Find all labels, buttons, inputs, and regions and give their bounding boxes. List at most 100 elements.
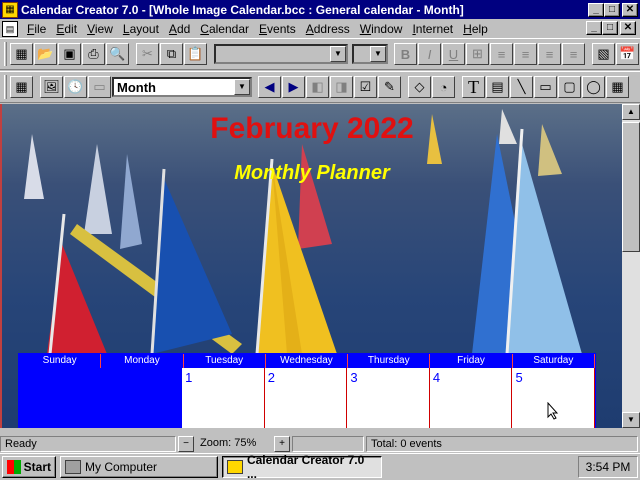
start-button[interactable]: Start [2, 456, 56, 478]
previous-arrow-icon[interactable]: ◀ [258, 76, 281, 98]
italic-button[interactable]: I [418, 43, 441, 65]
scroll-up-icon[interactable]: ▲ [622, 104, 640, 120]
day-cell[interactable]: 2 [264, 368, 348, 428]
maximize-button[interactable]: □ [604, 2, 620, 17]
zoom-level: Zoom: 75% [200, 437, 257, 449]
calendar-title[interactable]: February 2022 [2, 112, 622, 146]
chevron-down-icon[interactable]: ▼ [330, 46, 346, 62]
calendar-canvas[interactable]: February 2022 Monthly Planner Sunday Mon… [0, 104, 622, 428]
menu-address[interactable]: Address [301, 22, 355, 36]
menu-add[interactable]: Add [164, 22, 195, 36]
doc-minimize-button[interactable]: _ [586, 21, 602, 35]
table-icon[interactable]: ⊞ [466, 43, 489, 65]
standard-toolbar: ▦ 📂 ▣ ⎙ 🔍 ✂ ⧉ 📋 ▼ ▼ B I U ⊞ ≡ ≡ ≡ ≡ ▧ 📅 [0, 38, 640, 70]
calendar-app-icon[interactable]: ▦ [2, 1, 18, 18]
toolbar-grip[interactable] [4, 42, 7, 66]
day-cell-empty[interactable] [100, 368, 183, 428]
save-icon[interactable]: ▣ [58, 43, 81, 65]
cut-icon[interactable]: ✂ [136, 43, 159, 65]
align-center-icon[interactable]: ≡ [514, 43, 537, 65]
note-icon[interactable]: ✎ [378, 76, 401, 98]
view-select[interactable]: Month ▼ [112, 77, 252, 97]
underline-button[interactable]: U [442, 43, 465, 65]
system-clock: 3:54 PM [578, 456, 638, 478]
menu-events[interactable]: Events [254, 22, 301, 36]
day-number: 3 [350, 370, 358, 385]
ellipse-tool-icon[interactable]: ◯ [582, 76, 605, 98]
menu-edit[interactable]: Edit [51, 22, 82, 36]
chevron-down-icon[interactable]: ▼ [234, 79, 250, 95]
text-box-icon[interactable]: ▤ [486, 76, 509, 98]
blank-page-icon[interactable]: ▭ [88, 76, 111, 98]
day-cell[interactable]: 1 [182, 368, 265, 428]
status-bar: Ready − Zoom: 75% + Total: 0 events [0, 435, 640, 453]
schedule-icon[interactable]: 🕓 [64, 76, 87, 98]
zoom-in-icon[interactable]: + [274, 436, 290, 452]
toolbar-grip[interactable] [4, 75, 7, 99]
previous-page-icon[interactable]: ◧ [306, 76, 329, 98]
menu-file[interactable]: File [22, 22, 51, 36]
calendar-subtitle[interactable]: Monthly Planner [2, 162, 622, 185]
text-tool-icon[interactable]: T [462, 76, 485, 98]
layout-wizard-icon[interactable]: ▧ [592, 43, 615, 65]
menu-view[interactable]: View [82, 22, 118, 36]
rectangle-tool-icon[interactable]: ▭ [534, 76, 557, 98]
window-title: Calendar Creator 7.0 - [Whole Image Cale… [21, 2, 464, 17]
vertical-scrollbar[interactable]: ▲ ▼ [622, 104, 640, 428]
menu-layout[interactable]: Layout [118, 22, 164, 36]
print-preview-icon[interactable]: 🔍 [106, 43, 129, 65]
day-cell[interactable]: 3 [347, 368, 430, 428]
status-text: Ready [0, 436, 176, 452]
weekday-label: Friday [430, 354, 513, 368]
weekday-label: Tuesday [184, 354, 266, 368]
print-icon[interactable]: ⎙ [82, 43, 105, 65]
zoom-out-icon[interactable]: − [178, 436, 194, 452]
close-button[interactable]: ✕ [622, 2, 638, 17]
open-folder-icon[interactable]: 📂 [34, 43, 57, 65]
taskbar-item-my-computer[interactable]: My Computer [60, 456, 218, 478]
calendar-app-icon [227, 460, 243, 474]
calendar-wizard-icon[interactable]: 📅 [616, 43, 639, 65]
font-select[interactable]: ▼ [214, 44, 348, 64]
shape-icon[interactable]: ◇ [408, 76, 431, 98]
size-select[interactable]: ▼ [352, 44, 388, 64]
calendar-view-icon[interactable]: ▦ [10, 43, 33, 65]
rounded-rectangle-tool-icon[interactable]: ▢ [558, 76, 581, 98]
day-number: 2 [267, 370, 275, 385]
paste-icon[interactable]: 📋 [184, 43, 207, 65]
bold-button[interactable]: B [394, 43, 417, 65]
menu-window[interactable]: Window [355, 22, 408, 36]
scroll-thumb[interactable] [622, 122, 640, 252]
minimize-button[interactable]: _ [588, 2, 604, 17]
chevron-down-icon[interactable]: ▼ [370, 46, 386, 62]
taskbar: Start My Computer Calendar Creator 7.0 .… [0, 453, 640, 480]
menu-internet[interactable]: Internet [407, 22, 458, 36]
weekday-label: Monday [101, 354, 184, 368]
weekday-label: Sunday [19, 354, 102, 368]
align-right-icon[interactable]: ≡ [538, 43, 561, 65]
line-tool-icon[interactable]: ╲ [510, 76, 533, 98]
copy-icon[interactable]: ⧉ [160, 43, 183, 65]
next-arrow-icon[interactable]: ▶ [282, 76, 305, 98]
doc-restore-button[interactable]: □ [602, 21, 618, 35]
day-cell-empty[interactable] [19, 368, 101, 428]
day-cell[interactable]: 4 [429, 368, 513, 428]
image-icon[interactable]: 🖼 [40, 76, 63, 98]
menu-help[interactable]: Help [458, 22, 493, 36]
menu-calendar[interactable]: Calendar [195, 22, 254, 36]
scroll-down-icon[interactable]: ▼ [622, 412, 640, 428]
clock-icon[interactable]: ◔ [432, 76, 455, 98]
next-page-icon[interactable]: ◨ [330, 76, 353, 98]
calendar-grid-icon[interactable]: ▦ [10, 76, 33, 98]
taskbar-item-calendar-creator[interactable]: Calendar Creator 7.0 ... [222, 453, 382, 480]
align-left-icon[interactable]: ≡ [490, 43, 513, 65]
table-tool-icon[interactable]: ▦ [606, 76, 629, 98]
windows-logo-icon [7, 460, 21, 474]
title-bar: ▦ Calendar Creator 7.0 - [Whole Image Ca… [0, 0, 640, 19]
document-icon[interactable]: ▤ [2, 20, 18, 37]
doc-close-button[interactable]: ✕ [620, 21, 636, 35]
justify-icon[interactable]: ≡ [562, 43, 585, 65]
task-list-icon[interactable]: ☑ [354, 76, 377, 98]
view-select-value: Month [117, 79, 156, 95]
taskbar-item-label: My Computer [85, 460, 158, 474]
